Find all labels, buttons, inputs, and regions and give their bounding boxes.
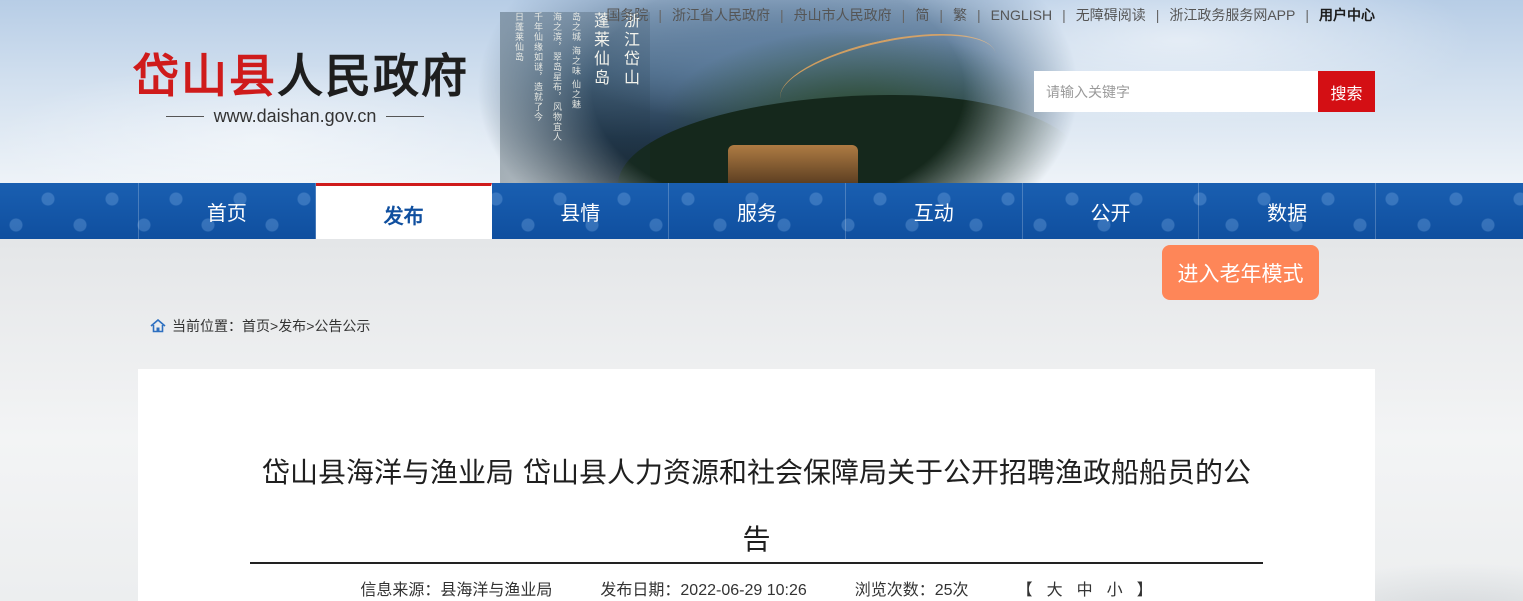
nav-item-interaction[interactable]: 互动 — [846, 183, 1023, 239]
top-link-traditional[interactable]: 繁 — [953, 5, 967, 25]
top-link-divider: | — [780, 7, 784, 23]
top-link-accessibility[interactable]: 无障碍阅读 — [1076, 5, 1146, 25]
nav-item-services[interactable]: 服务 — [669, 183, 846, 239]
meta-views: 浏览次数：25次 — [855, 576, 969, 600]
poem-line: 蓬莱仙岛 — [591, 12, 610, 88]
search-button[interactable]: 搜索 — [1318, 71, 1375, 112]
article-title: 岱山县海洋与渔业局 岱山县人力资源和社会保障局关于公开招聘渔政船船员的公告 — [262, 456, 1251, 556]
nav-item-data[interactable]: 数据 — [1199, 183, 1377, 239]
domain-rule-left — [165, 115, 204, 117]
font-size-small[interactable]: 小 — [1107, 576, 1123, 600]
main-nav: 首页 发布 县情 服务 互动 公开 数据 — [0, 183, 1523, 239]
font-size-medium[interactable]: 中 — [1077, 576, 1093, 600]
article-meta: 信息来源：县海洋与渔业局 发布日期：2022-06-29 10:26 浏览次数：… — [250, 576, 1263, 600]
top-link-gov-app[interactable]: 浙江政务服务网APP — [1169, 5, 1295, 25]
breadcrumb-item-home[interactable]: 首页 — [242, 316, 270, 336]
title-divider — [250, 562, 1263, 564]
poem-line: 岛之城 海之味 仙之魅 — [570, 12, 580, 110]
hero-town-lights — [728, 145, 858, 183]
main-nav-items: 首页 发布 县情 服务 互动 公开 数据 — [138, 183, 1377, 239]
meta-source-value: 县海洋与渔业局 — [440, 582, 553, 599]
home-icon — [150, 318, 166, 333]
top-link-divider: | — [658, 7, 663, 23]
top-link-english[interactable]: ENGLISH — [991, 7, 1052, 23]
nav-item-disclosure[interactable]: 公开 — [1023, 183, 1200, 239]
top-link-user-center[interactable]: 用户中心 — [1319, 5, 1375, 25]
site-title-rest: 人民政府 — [277, 49, 469, 103]
top-links-bar: 国务院 | 浙江省人民政府 | 舟山市人民政府 | 简 | 繁 | ENGLIS… — [606, 5, 1375, 25]
breadcrumb-item-publish[interactable]: 发布 — [278, 316, 306, 336]
poem-line: 千年仙缘如谜，造就了今 — [532, 12, 542, 122]
font-size-large[interactable]: 大 — [1047, 576, 1063, 600]
top-link-state-council[interactable]: 国务院 — [606, 5, 648, 25]
breadcrumb-item-announcements[interactable]: 公告公示 — [314, 316, 370, 336]
breadcrumb-separator: > — [270, 318, 279, 334]
meta-views-label: 浏览次数： — [854, 582, 935, 599]
poem-line: 海之滨，翠岛星布，风物宜人 — [551, 12, 561, 142]
meta-views-value: 25次 — [934, 582, 969, 599]
top-link-divider: | — [939, 7, 943, 23]
nav-item-publish[interactable]: 发布 — [315, 183, 493, 239]
search-input[interactable] — [1034, 71, 1318, 112]
meta-date: 发布日期：2022-06-29 10:26 — [600, 576, 806, 600]
meta-date-value: 2022-06-29 10:26 — [680, 582, 807, 599]
poem-line: 浙江岱山 — [621, 12, 640, 88]
top-link-zhoushan-gov[interactable]: 舟山市人民政府 — [794, 5, 892, 25]
meta-date-label: 发布日期： — [600, 582, 681, 599]
site-header: 岱山县人民政府 www.daishan.gov.cn 浙江岱山 蓬莱仙岛 岛之城… — [0, 0, 1523, 183]
breadcrumb-separator: > — [306, 318, 315, 334]
top-link-divider: | — [1062, 7, 1066, 23]
top-link-divider: | — [1305, 7, 1309, 23]
font-size-bracket-open: 【 — [1016, 582, 1033, 599]
poem-line: 日蓬莱仙岛 — [513, 12, 523, 62]
site-title-county: 岱山县 — [133, 49, 277, 103]
header-poem-scroll: 浙江岱山 蓬莱仙岛 岛之城 海之味 仙之魅 海之滨，翠岛星布，风物宜人 千年仙缘… — [500, 12, 650, 183]
elder-mode-button[interactable]: 进入老年模式 — [1162, 245, 1319, 300]
top-link-simplified[interactable]: 简 — [915, 5, 929, 25]
top-link-divider: | — [976, 7, 981, 23]
font-size-switcher: 【 大 中 小 】 — [1017, 576, 1153, 600]
top-link-zhejiang-gov[interactable]: 浙江省人民政府 — [672, 5, 770, 25]
meta-source: 信息来源：县海洋与渔业局 — [360, 576, 552, 600]
site-logo-title[interactable]: 岱山县人民政府 — [133, 46, 469, 106]
nav-item-home[interactable]: 首页 — [139, 183, 316, 239]
top-link-divider: | — [1155, 7, 1160, 23]
nav-item-county-info[interactable]: 县情 — [492, 183, 670, 239]
font-size-bracket-close: 】 — [1136, 582, 1153, 599]
top-link-divider: | — [901, 7, 906, 23]
site-domain-text: www.daishan.gov.cn — [213, 105, 377, 126]
breadcrumb: 当前位置： 首页 > 发布 > 公告公示 — [150, 315, 370, 337]
site-domain: www.daishan.gov.cn — [140, 104, 450, 128]
breadcrumb-prefix: 当前位置： — [172, 318, 242, 334]
meta-source-label: 信息来源： — [360, 582, 441, 599]
domain-rule-right — [386, 115, 425, 117]
article-card: 岱山县海洋与渔业局 岱山县人力资源和社会保障局关于公开招聘渔政船船员的公告 信息… — [138, 369, 1375, 601]
